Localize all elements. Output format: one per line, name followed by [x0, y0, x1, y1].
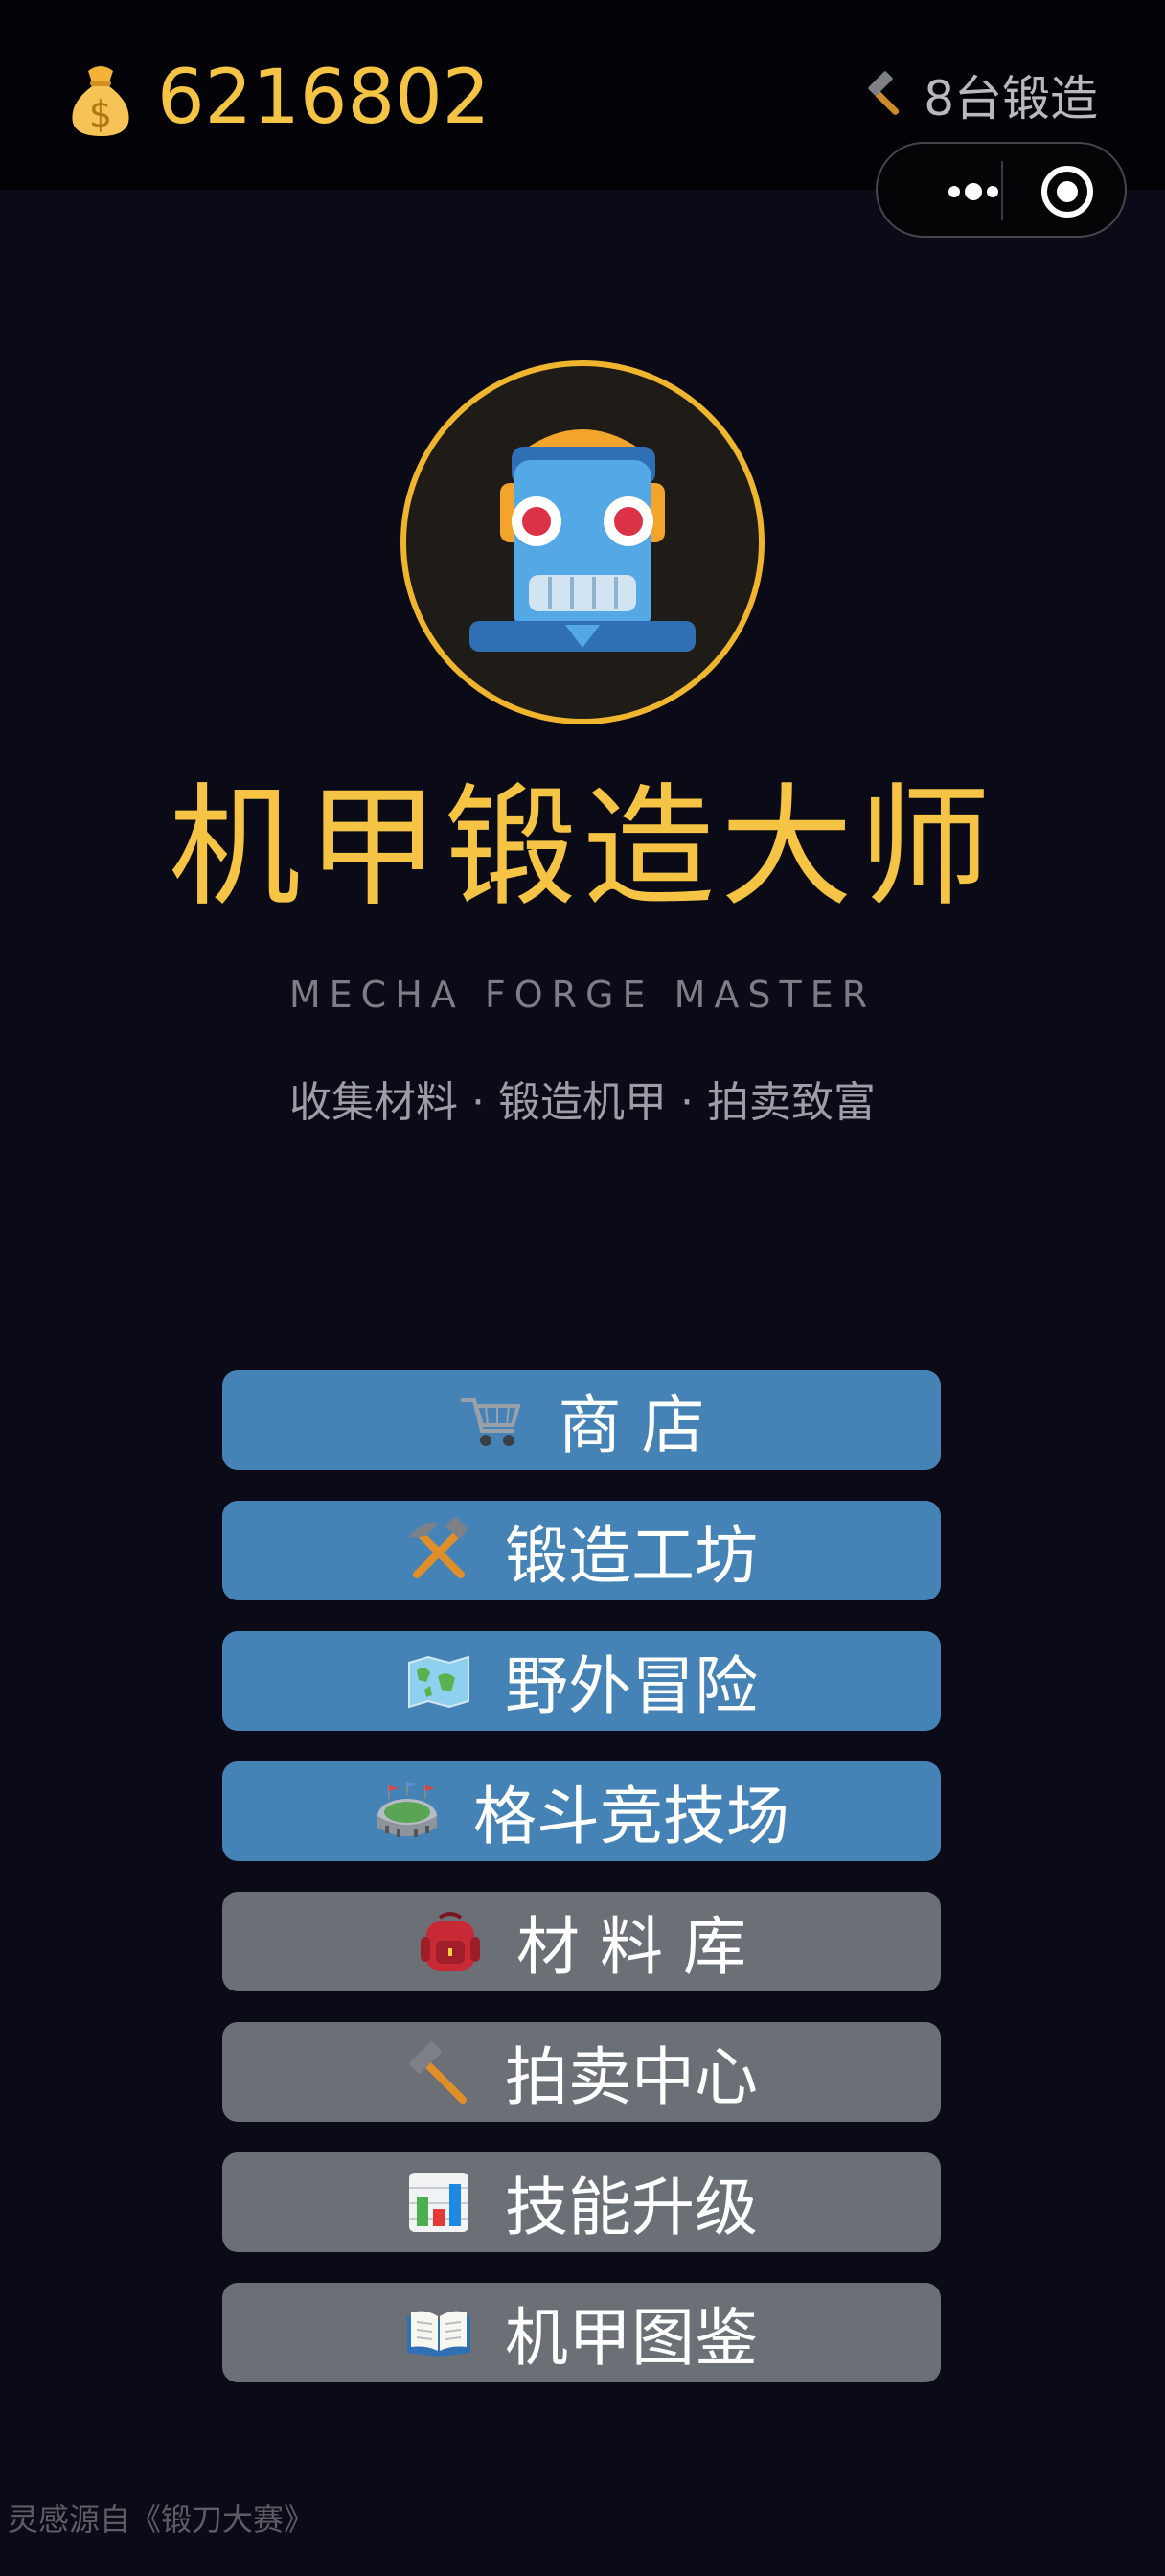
adventure-button[interactable]: 野外冒险 [222, 1631, 941, 1731]
coin-value: 6216802 [157, 55, 491, 141]
forge-workshop-button[interactable]: 锻造工坊 [222, 1501, 941, 1600]
stadium-icon [377, 1782, 437, 1837]
mecha-codex-label: 机甲图鉴 [505, 2301, 758, 2375]
open-book-icon [407, 2311, 470, 2357]
footer-credit: 灵感源自《锻刀大赛》 [8, 2501, 315, 2538]
page-title: 机甲锻造大师 [168, 770, 996, 925]
target-close-icon[interactable] [1039, 163, 1096, 220]
auction-center-button[interactable]: 拍卖中心 [222, 2022, 941, 2122]
shop-button[interactable]: 商 店 [222, 1370, 941, 1470]
shopping-cart-icon [460, 1398, 521, 1446]
skill-upgrade-button[interactable]: 技能升级 [222, 2152, 941, 2252]
main-menu: 商 店 锻造工坊 野外冒险 格斗竞技场 材 料 库 拍卖中心 技能升级 机甲图鉴 [222, 1370, 941, 2413]
english-subtitle: MECHA FORGE MASTER [288, 974, 877, 1016]
money-bag-icon: $ [72, 66, 129, 136]
shop-label: 商 店 [558, 1389, 705, 1462]
tagline: 收集材料 · 锻造机甲 · 拍卖致富 [289, 1078, 876, 1127]
arena-label: 格斗竞技场 [473, 1780, 789, 1853]
auction-center-label: 拍卖中心 [505, 2040, 758, 2114]
robot-face-icon [400, 360, 765, 724]
material-storage-button[interactable]: 材 料 库 [222, 1892, 941, 1991]
hammer-and-pick-icon [409, 1517, 468, 1578]
hammer-icon [868, 71, 900, 115]
svg-text:$: $ [89, 93, 112, 135]
coin-balance: $ 6216802 [65, 52, 490, 144]
hammer-icon [409, 2041, 467, 2104]
forge-workshop-label: 锻造工坊 [505, 1519, 758, 1593]
capsule-divider [1001, 161, 1003, 220]
adventure-label: 野外冒险 [505, 1649, 758, 1723]
arena-button[interactable]: 格斗竞技场 [222, 1761, 941, 1861]
miniprogram-capsule [876, 142, 1127, 238]
mecha-codex-button[interactable]: 机甲图鉴 [222, 2283, 941, 2382]
forge-count-label: 8台锻造 [924, 71, 1098, 126]
more-dots-icon[interactable] [925, 172, 1031, 211]
bar-chart-icon [409, 2173, 468, 2232]
skill-upgrade-label: 技能升级 [505, 2171, 758, 2244]
material-storage-label: 材 料 库 [516, 1910, 746, 1984]
forge-counter: 8台锻造 [862, 59, 1098, 130]
backpack-icon [421, 1912, 481, 1971]
world-map-icon [408, 1655, 469, 1709]
